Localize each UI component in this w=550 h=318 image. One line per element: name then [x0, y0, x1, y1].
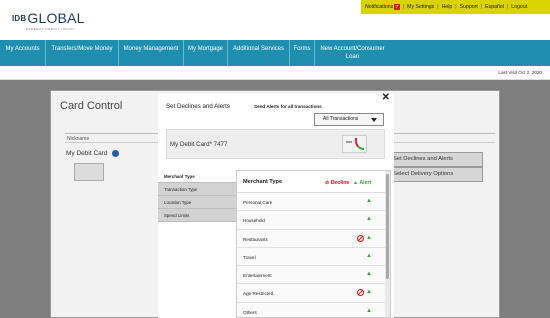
merchant-type-panel: Merchant Type ⊘ Decline ▲ Alert Personal… [236, 170, 391, 318]
decline-icon[interactable] [357, 289, 364, 297]
nav-item-my-mortgage[interactable]: My Mortgage [184, 40, 228, 66]
decline-text: Decline [330, 180, 350, 186]
logo-wordmark: IDBGLOBAL [12, 10, 85, 26]
nav-item-my-accounts[interactable]: My Accounts [0, 40, 46, 66]
card-chip [346, 141, 352, 143]
idb-global-logo[interactable]: IDBGLOBAL FEDERAL CREDIT UNION [12, 10, 85, 31]
alert-icon[interactable]: ▲ [366, 253, 372, 259]
merchant-row: Restaurants ▲ [237, 230, 390, 248]
dropdown-selected-value: All Transactions [323, 116, 359, 122]
merchant-row: Household ▲ [237, 211, 390, 230]
utility-bar: Notifications 7 | My Settings | Help | Su… [361, 0, 550, 14]
site-header: IDBGLOBAL FEDERAL CREDIT UNION Notificat… [0, 0, 550, 40]
merchant-row-label: Personal Care [243, 200, 273, 205]
last-visit-bar: Last Visit Oct 2, 2020 [0, 66, 550, 80]
logo-main-text: GLOBAL [27, 10, 85, 26]
alert-icon[interactable]: ▲ [366, 216, 372, 222]
merchant-row: Entertainment ▲ [237, 266, 390, 285]
alert-column-label: ▲ Alert [353, 180, 372, 186]
logo-prefix: IDB [12, 14, 27, 23]
logout-link[interactable]: Logout [511, 4, 527, 10]
alert-icon[interactable]: ▲ [366, 198, 372, 204]
set-declines-alerts-button[interactable]: Set Declines and Alerts [382, 152, 483, 167]
side-item-spend-limits[interactable]: Spend Limits [158, 209, 236, 222]
card-image [74, 163, 104, 181]
separator: | [506, 4, 509, 10]
card-name: My Debit Card* 7477 [170, 141, 228, 148]
merchant-row: Travel ▲ [237, 248, 390, 267]
side-item-location-type[interactable]: Location Type [158, 196, 236, 209]
close-icon[interactable]: ✕ [382, 93, 390, 103]
merchant-type-header: Merchant Type ⊘ Decline ▲ Alert [237, 171, 390, 193]
nav-item-transfers[interactable]: Transfers/Move Money [46, 40, 119, 66]
separator: | [480, 4, 483, 10]
decline-icon[interactable] [357, 234, 364, 242]
side-item-transaction-type[interactable]: Transaction Type [158, 183, 236, 196]
modal-subtitle: Send Alerts for all transactions [254, 104, 322, 109]
logo-tagline: FEDERAL CREDIT UNION [26, 27, 75, 31]
separator: | [437, 4, 439, 10]
alert-text: Alert [359, 180, 372, 186]
modal-title: Set Declines and Alerts [166, 103, 230, 110]
merchant-row-label: Household [243, 218, 265, 224]
nav-item-new-account[interactable]: New Account/Consumer Loan [315, 40, 390, 66]
card-logo-stripe [355, 138, 364, 150]
merchant-type-title: Merchant Type [243, 179, 283, 185]
control-type-menu: Merchant Type Transaction Type Location … [158, 170, 236, 222]
merchant-row-label: Others [243, 309, 257, 315]
merchant-row-label: Entertainment [243, 273, 272, 279]
help-link[interactable]: Help [442, 4, 453, 10]
merchant-row-label: Restaurants [243, 236, 268, 242]
alert-icon[interactable]: ▲ [366, 235, 372, 241]
my-settings-link[interactable]: My Settings [407, 4, 434, 10]
separator: | [402, 4, 405, 10]
merchant-row-label: Age Restricted [243, 291, 274, 297]
card-nickname: My Debit Card [66, 150, 108, 157]
alert-icon[interactable]: ▲ [366, 289, 372, 295]
main-nav: My Accounts Transfers/Move Money Money M… [0, 40, 550, 66]
scrollbar[interactable] [385, 171, 390, 317]
merchant-row: Others ▲ [237, 303, 390, 317]
nav-item-forms[interactable]: Forms [290, 40, 315, 66]
notifications-label: Notifications [365, 4, 394, 10]
card-status-icon [112, 150, 119, 157]
side-item-merchant-type[interactable]: Merchant Type [158, 170, 236, 183]
select-delivery-options-button[interactable]: Select Delivery Options [382, 167, 483, 182]
nav-item-additional-services[interactable]: Additional Services [228, 40, 290, 66]
notifications-link[interactable]: Notifications 7 [365, 4, 400, 10]
separator: | [455, 4, 457, 10]
merchant-row: Personal Care ▲ [237, 193, 390, 212]
selected-card-box: My Debit Card* 7477 [166, 129, 385, 159]
card-thumbnail [342, 135, 367, 153]
merchant-row-label: Travel [243, 254, 256, 260]
alert-icon[interactable]: ▲ [366, 308, 372, 314]
declines-alerts-modal: Set Declines and Alerts Send Alerts for … [158, 93, 394, 318]
support-link[interactable]: Support [460, 4, 478, 10]
espanol-link[interactable]: Español [485, 4, 504, 10]
merchant-type-list: Personal Care ▲ Household ▲ Restaurants ▲ Trav… [237, 193, 390, 317]
decline-column-label: ⊘ Decline [325, 180, 350, 186]
merchant-row: Age Restricted ▲ [237, 284, 390, 303]
last-visit-text: Last Visit Oct 2, 2020 [498, 70, 542, 75]
notifications-count-badge: 7 [394, 4, 400, 10]
transactions-dropdown[interactable]: All Transactions [314, 113, 384, 126]
alert-icon[interactable]: ▲ [366, 271, 372, 277]
page-title: Card Control [60, 100, 123, 112]
nav-item-money-management[interactable]: Money Management [119, 40, 184, 66]
chevron-down-icon [371, 118, 377, 122]
scrollbar-thumb[interactable] [386, 174, 389, 279]
